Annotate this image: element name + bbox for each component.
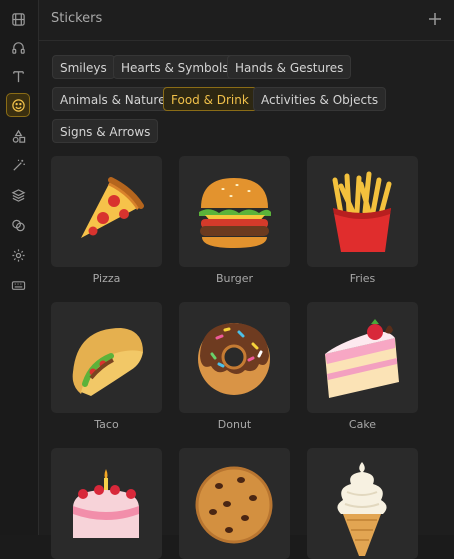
sticker-fries[interactable]	[307, 156, 418, 267]
sticker-burger[interactable]	[179, 156, 290, 267]
blend-icon[interactable]	[6, 213, 30, 237]
headphones-icon[interactable]	[6, 35, 30, 59]
category-chip-hearts-symbols[interactable]: Hearts & Symbols	[113, 55, 237, 79]
fries-icon	[332, 171, 392, 252]
ice-cream-icon	[337, 462, 387, 556]
magic-wand-icon[interactable]	[6, 153, 30, 177]
sticker-taco[interactable]	[51, 302, 162, 413]
sticker-label: Taco	[94, 418, 119, 431]
category-chip-food-drink[interactable]: Food & Drink	[163, 87, 257, 111]
cake-icon	[325, 319, 399, 398]
sticker-label: Cake	[348, 418, 377, 431]
pizza-icon	[81, 177, 144, 238]
shapes-icon[interactable]	[6, 124, 30, 148]
sticker-ice-cream[interactable]	[307, 448, 418, 559]
panel-title: Stickers	[51, 11, 103, 26]
donut-icon	[198, 323, 270, 395]
panel-header: Stickers	[39, 0, 454, 41]
tool-rail	[0, 0, 39, 535]
category-chip-hands-gestures[interactable]: Hands & Gestures	[227, 55, 352, 79]
category-chip-animals-nature[interactable]: Animals & Nature	[52, 87, 174, 111]
layers-icon[interactable]	[6, 183, 30, 207]
text-icon[interactable]	[6, 64, 30, 88]
stickers-panel: Stickers Smileys Hearts & Symbols Hands …	[39, 0, 454, 559]
smiley-icon[interactable]	[6, 93, 30, 117]
burger-icon	[199, 178, 271, 248]
sticker-pizza[interactable]	[51, 156, 162, 267]
sticker-label: Donut	[217, 418, 252, 431]
category-chip-smileys[interactable]: Smileys	[52, 55, 115, 79]
category-chip-activities-objects[interactable]: Activities & Objects	[253, 87, 387, 111]
keyboard-icon[interactable]	[6, 273, 30, 297]
sticker-donut[interactable]	[179, 302, 290, 413]
sticker-label: Burger	[215, 272, 254, 285]
sticker-label: Pizza	[92, 272, 121, 285]
taco-icon	[72, 328, 143, 396]
cookie-icon	[195, 466, 273, 544]
sticker-cake[interactable]	[307, 302, 418, 413]
film-icon[interactable]	[6, 7, 30, 31]
sticker-cookie[interactable]	[179, 448, 290, 559]
add-icon[interactable]	[426, 10, 444, 28]
birthday-cake-icon	[73, 469, 139, 538]
category-chip-signs-arrows[interactable]: Signs & Arrows	[52, 119, 159, 143]
sticker-label: Fries	[349, 272, 376, 285]
sticker-birthday-cake[interactable]	[51, 448, 162, 559]
settings-icon[interactable]	[6, 243, 30, 267]
